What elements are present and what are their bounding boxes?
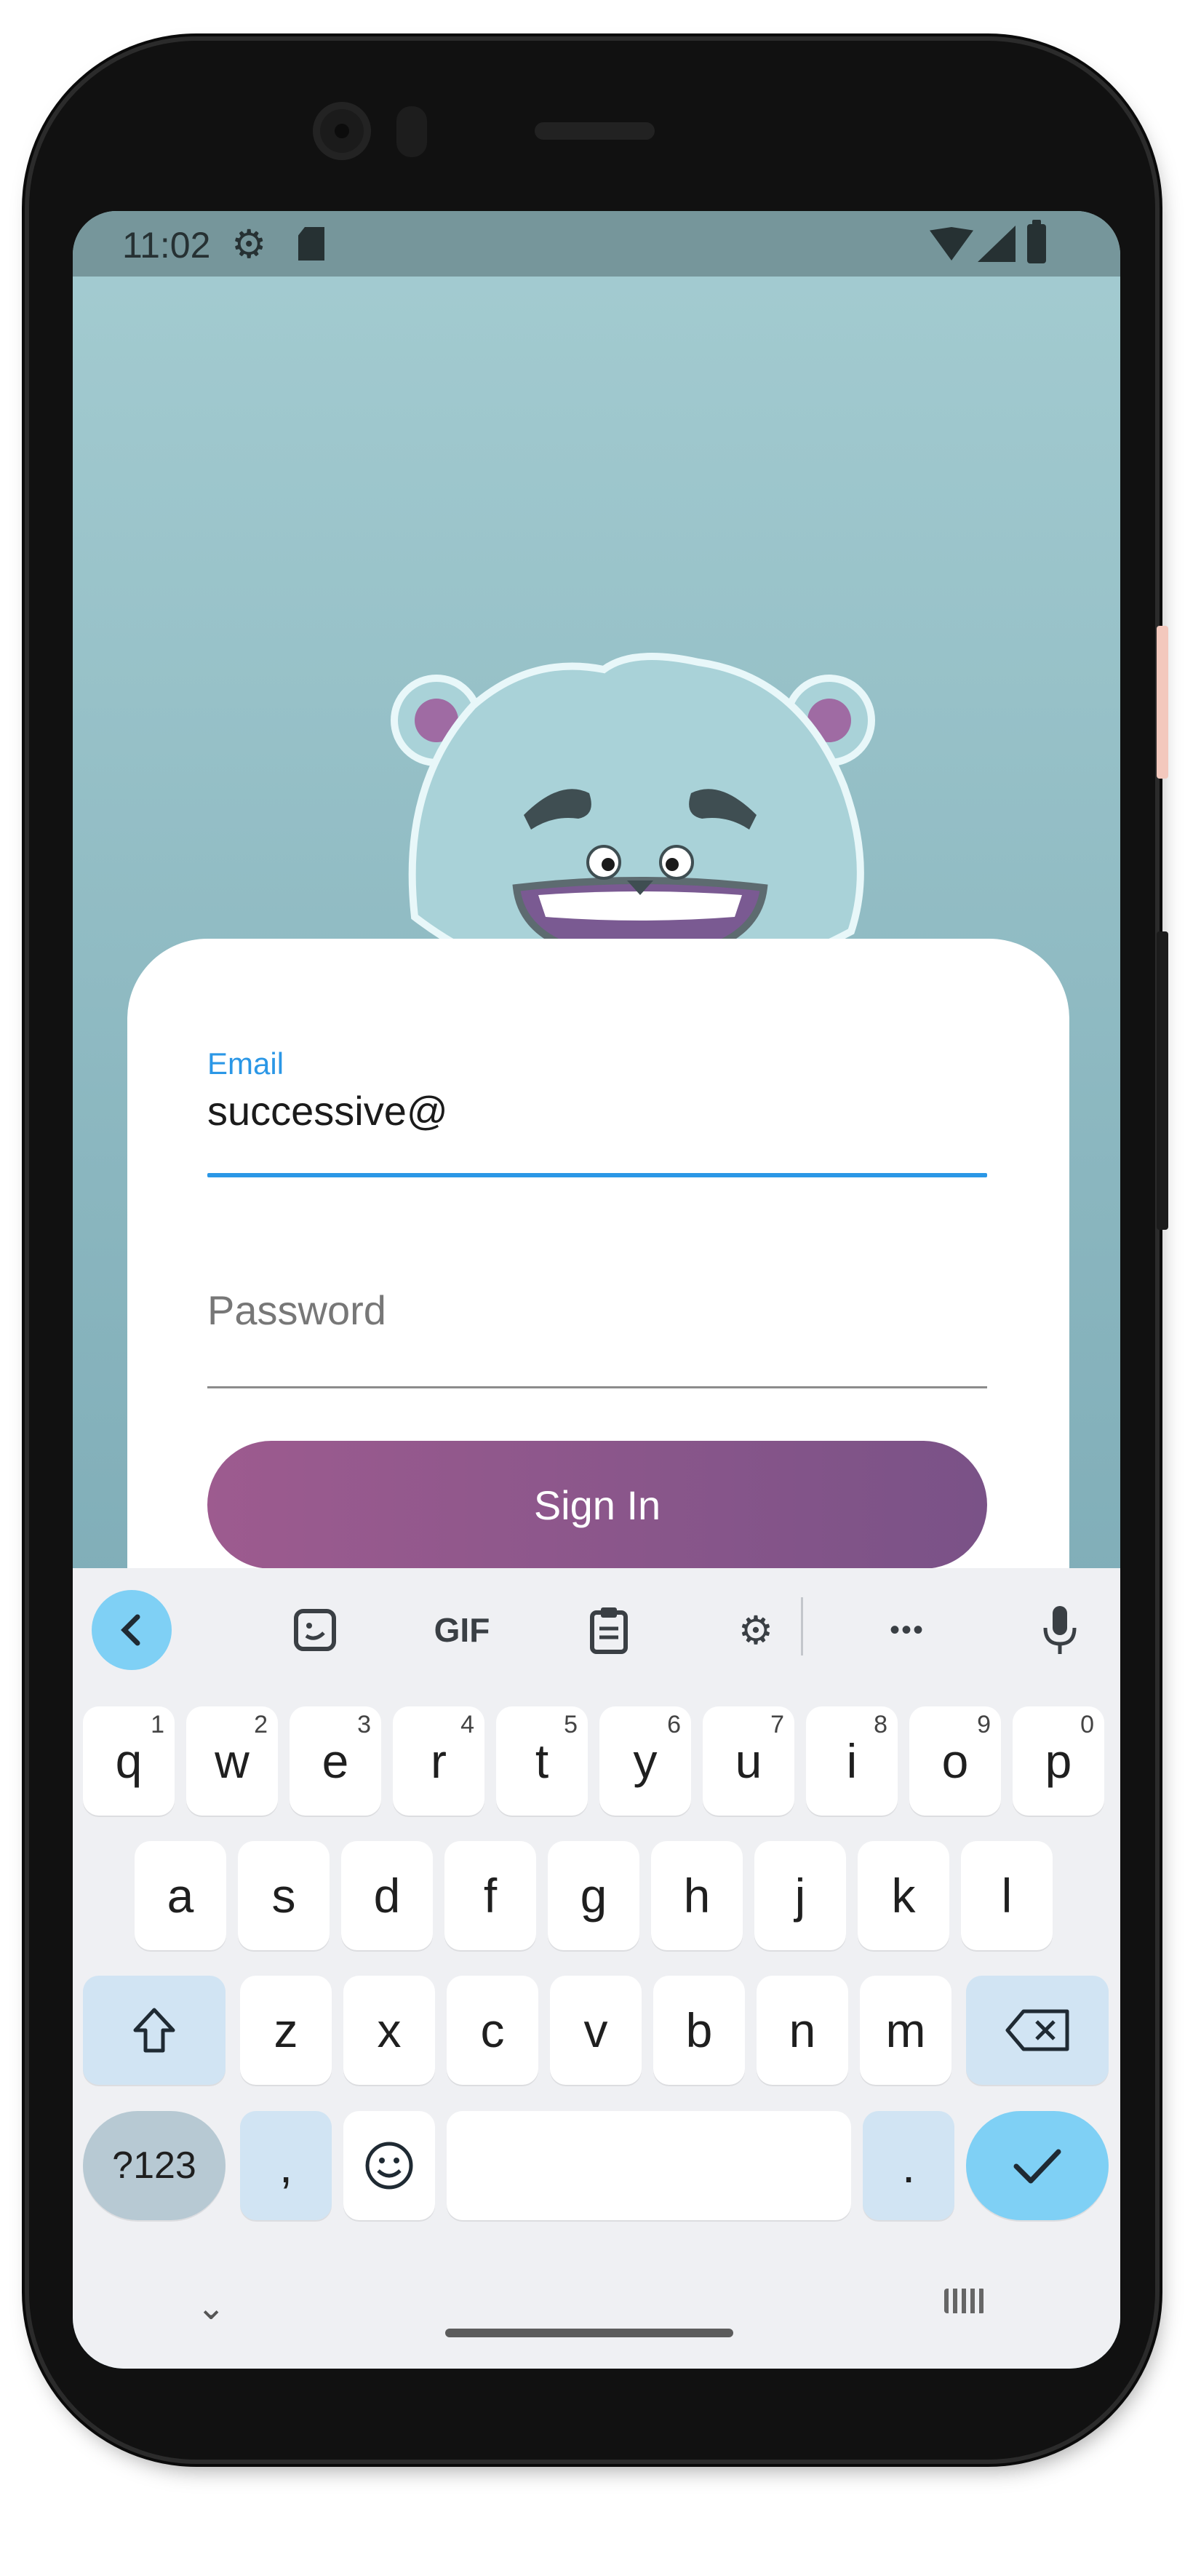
key-number-hint: 0 (1080, 1711, 1094, 1738)
key-a[interactable]: a (135, 1841, 226, 1950)
checkmark-icon (1013, 2149, 1061, 2184)
gear-icon: ⚙ (231, 223, 267, 266)
status-bar: 11:02 ⚙ (73, 211, 1120, 277)
signal-icon (978, 226, 1016, 262)
home-gesture-bar[interactable] (445, 2329, 733, 2337)
key-letter: o (941, 1734, 969, 1788)
battery-icon (1027, 220, 1046, 263)
key-z[interactable]: z (240, 1976, 332, 2085)
back-icon[interactable] (92, 1590, 172, 1670)
more-icon[interactable]: ••• (867, 1590, 947, 1670)
key-letter: e (322, 1734, 349, 1788)
key-x[interactable]: x (343, 1976, 435, 2085)
shift-key[interactable] (83, 1976, 226, 2085)
key-c[interactable]: c (447, 1976, 538, 2085)
space-key[interactable] (447, 2111, 851, 2220)
comma-key[interactable]: , (240, 2111, 332, 2220)
key-number-hint: 6 (667, 1711, 681, 1738)
key-n[interactable]: n (757, 1976, 848, 2085)
key-k[interactable]: k (858, 1841, 949, 1950)
key-number-hint: 4 (460, 1711, 474, 1738)
sign-in-button[interactable]: Sign In (207, 1441, 987, 1569)
backspace-key[interactable] (966, 1976, 1109, 2085)
key-letter: p (1045, 1734, 1072, 1788)
key-l[interactable]: l (961, 1841, 1053, 1950)
proximity-sensor (396, 106, 427, 157)
key-t[interactable]: t5 (496, 1706, 588, 1816)
key-number-hint: 5 (564, 1711, 578, 1738)
screen: 11:02 ⚙ Email successive@ Sign In GIF ⚙ … (73, 211, 1120, 2369)
keyboard-switch-icon[interactable] (944, 2289, 985, 2313)
key-letter: u (735, 1734, 762, 1788)
password-field[interactable] (207, 1277, 987, 1343)
key-letter: r (431, 1734, 447, 1788)
key-j[interactable]: j (754, 1841, 846, 1950)
key-i[interactable]: i8 (806, 1706, 898, 1816)
power-button (1157, 931, 1168, 1230)
key-d[interactable]: d (341, 1841, 433, 1950)
key-number-hint: 1 (151, 1711, 164, 1738)
key-number-hint: 3 (357, 1711, 371, 1738)
key-e[interactable]: e3 (290, 1706, 381, 1816)
password-underline (207, 1386, 987, 1388)
key-letter: y (633, 1734, 658, 1788)
emoji-key[interactable] (343, 2111, 435, 2220)
key-w[interactable]: w2 (186, 1706, 278, 1816)
key-s[interactable]: s (238, 1841, 330, 1950)
sticker-icon[interactable] (275, 1590, 355, 1670)
key-q[interactable]: q1 (83, 1706, 175, 1816)
key-g[interactable]: g (548, 1841, 639, 1950)
emoji-icon (365, 2142, 413, 2190)
key-letter: w (215, 1734, 250, 1788)
mic-icon[interactable] (1020, 1590, 1100, 1670)
symbols-key[interactable]: ?123 (83, 2111, 226, 2220)
key-number-hint: 7 (770, 1711, 784, 1738)
wifi-icon (930, 227, 973, 261)
key-number-hint: 8 (874, 1711, 887, 1738)
key-letter: q (115, 1734, 143, 1788)
email-label: Email (207, 1046, 284, 1081)
key-o[interactable]: o9 (909, 1706, 1001, 1816)
gif-button[interactable]: GIF (422, 1590, 502, 1670)
period-key[interactable]: . (863, 2111, 954, 2220)
email-field[interactable] (207, 1081, 987, 1140)
key-number-hint: 2 (254, 1711, 268, 1738)
key-u[interactable]: u7 (703, 1706, 794, 1816)
key-v[interactable]: v (550, 1976, 642, 2085)
key-f[interactable]: f (444, 1841, 536, 1950)
key-m[interactable]: m (860, 1976, 951, 2085)
key-h[interactable]: h (651, 1841, 743, 1950)
toolbar-divider (801, 1597, 803, 1655)
volume-button (1157, 626, 1168, 779)
key-y[interactable]: y6 (599, 1706, 691, 1816)
key-letter: t (535, 1734, 549, 1788)
key-number-hint: 9 (977, 1711, 991, 1738)
enter-key[interactable] (966, 2111, 1109, 2220)
earpiece-speaker (535, 122, 655, 140)
front-camera (313, 102, 371, 160)
email-underline (207, 1173, 987, 1177)
status-time: 11:02 (122, 225, 211, 266)
key-p[interactable]: p0 (1013, 1706, 1104, 1816)
key-letter: i (846, 1734, 858, 1788)
soft-keyboard: GIF ⚙ ••• ?123 , . ⌄ q 1 w 2 e 3 r 4 t 5… (73, 1568, 1120, 2369)
hide-keyboard-chevron-icon[interactable]: ⌄ (196, 2287, 226, 2328)
key-b[interactable]: b (653, 1976, 745, 2085)
clipboard-icon[interactable] (569, 1590, 649, 1670)
sd-card-icon (298, 227, 324, 261)
gear-icon[interactable]: ⚙ (716, 1590, 796, 1670)
key-r[interactable]: r4 (393, 1706, 484, 1816)
